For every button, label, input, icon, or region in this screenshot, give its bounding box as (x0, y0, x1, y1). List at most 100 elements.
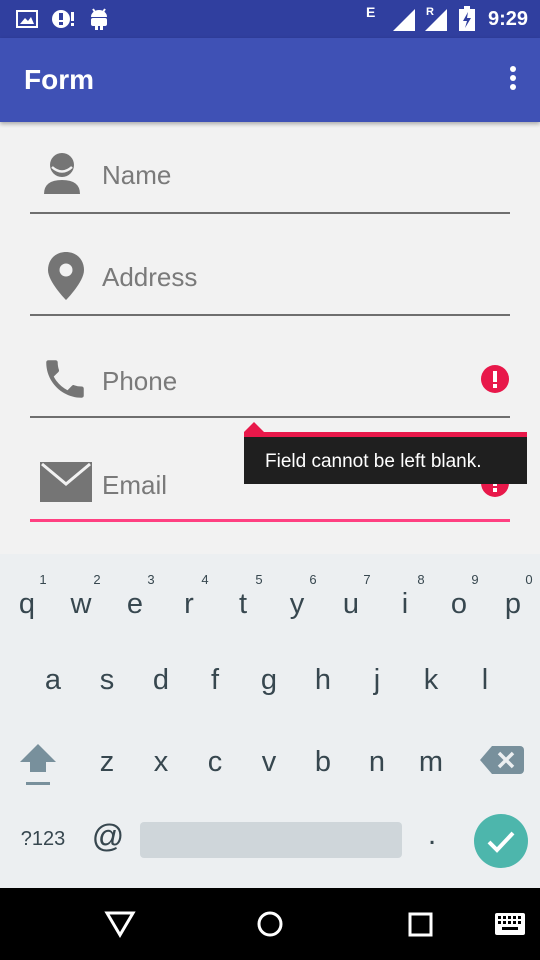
key-label: l (481, 664, 489, 696)
key-i[interactable]: 8i (378, 562, 432, 632)
key-g[interactable]: g (242, 642, 296, 712)
check-icon (487, 831, 515, 853)
key-label: s (99, 664, 115, 696)
address-field-underline (30, 314, 510, 316)
photo-icon (16, 10, 38, 28)
person-icon (44, 153, 80, 194)
network-type-label: E (366, 4, 376, 20)
key-label: r (184, 588, 194, 620)
key-hint: 0 (525, 572, 533, 587)
key-label: j (373, 664, 381, 696)
done-key[interactable] (474, 814, 528, 868)
key-label: p (504, 588, 522, 620)
shift-icon (20, 744, 56, 785)
at-key[interactable]: @ (82, 818, 134, 868)
key-r[interactable]: 4r (162, 562, 216, 632)
space-key[interactable] (140, 822, 402, 858)
key-label: v (261, 746, 277, 778)
location-pin-icon (48, 252, 84, 300)
key-a[interactable]: a (26, 642, 80, 712)
key-l[interactable]: l (458, 642, 512, 712)
recents-icon[interactable] (408, 912, 434, 938)
soft-keyboard: 1q 2w 3e 4r 5t 6y 7u 8i 9o 0p a s d f g … (0, 554, 540, 888)
key-label: y (289, 588, 305, 620)
key-label: a (44, 664, 62, 696)
signal-icon (393, 9, 415, 31)
key-d[interactable]: d (134, 642, 188, 712)
address-field-label: Address (102, 262, 198, 292)
key-f[interactable]: f (188, 642, 242, 712)
back-icon[interactable] (104, 910, 136, 938)
phone-field-underline (30, 416, 510, 418)
error-tooltip: Field cannot be left blank. (244, 432, 527, 484)
key-e[interactable]: 3e (108, 562, 162, 632)
key-label: i (401, 588, 409, 620)
key-t[interactable]: 5t (216, 562, 270, 632)
key-label: o (450, 588, 468, 620)
key-x[interactable]: x (134, 724, 188, 794)
key-label: e (126, 588, 144, 620)
backspace-key[interactable] (478, 740, 526, 780)
error-tooltip-arrow (244, 422, 264, 432)
shift-key[interactable] (12, 738, 64, 790)
email-icon (40, 462, 92, 502)
clock: 9:29 (487, 8, 528, 30)
key-label: q (18, 588, 36, 620)
key-label: m (418, 746, 444, 778)
battery-charging-icon (459, 6, 475, 31)
key-b[interactable]: b (296, 724, 350, 794)
key-label: x (153, 746, 169, 778)
email-field-underline (30, 519, 510, 522)
navigation-bar (0, 888, 540, 960)
status-bar: E R 9:29 (0, 0, 540, 38)
key-label: t (238, 588, 248, 620)
key-label: g (260, 664, 278, 696)
form: Name Address Phone Email (0, 122, 540, 554)
key-s[interactable]: s (80, 642, 134, 712)
key-z[interactable]: z (80, 724, 134, 794)
key-label: d (152, 664, 170, 696)
key-label: n (368, 746, 386, 778)
home-icon[interactable] (256, 910, 284, 938)
error-icon[interactable] (480, 364, 510, 394)
signal-roaming-icon (425, 9, 447, 31)
key-label: w (70, 588, 92, 620)
key-n[interactable]: n (350, 724, 404, 794)
name-field[interactable]: Name (30, 134, 510, 214)
key-p[interactable]: 0p (486, 562, 540, 632)
backspace-icon (480, 746, 524, 774)
key-label: c (207, 746, 223, 778)
key-label: k (423, 664, 439, 696)
key-v[interactable]: v (242, 724, 296, 794)
page-title: Form (24, 64, 94, 95)
key-m[interactable]: m (404, 724, 458, 794)
key-h[interactable]: h (296, 642, 350, 712)
android-icon (91, 8, 107, 30)
key-y[interactable]: 6y (270, 562, 324, 632)
notification-alert-icon (52, 10, 74, 28)
error-message: Field cannot be left blank. (265, 451, 482, 472)
address-field[interactable]: Address (30, 236, 510, 316)
key-label: z (99, 746, 115, 778)
phone-field[interactable]: Phone (30, 338, 510, 418)
phone-field-label: Phone (102, 366, 178, 396)
error-tooltip-bar (244, 432, 527, 437)
key-j[interactable]: j (350, 642, 404, 712)
key-k[interactable]: k (404, 642, 458, 712)
key-q[interactable]: 1q (0, 562, 54, 632)
key-c[interactable]: c (188, 724, 242, 794)
key-label: u (342, 588, 360, 620)
app-bar: Form (0, 38, 540, 122)
more-vert-icon[interactable] (506, 66, 520, 96)
phone-icon (46, 360, 84, 398)
key-u[interactable]: 7u (324, 562, 378, 632)
name-field-label: Name (102, 160, 172, 190)
key-w[interactable]: 2w (54, 562, 108, 632)
key-o[interactable]: 9o (432, 562, 486, 632)
name-field-underline (30, 212, 510, 214)
symbols-key[interactable]: ?123 (10, 824, 76, 864)
email-field-label: Email (102, 470, 168, 500)
period-key[interactable]: . (410, 818, 454, 868)
keyboard-icon[interactable] (494, 912, 526, 936)
key-label: b (314, 746, 332, 778)
